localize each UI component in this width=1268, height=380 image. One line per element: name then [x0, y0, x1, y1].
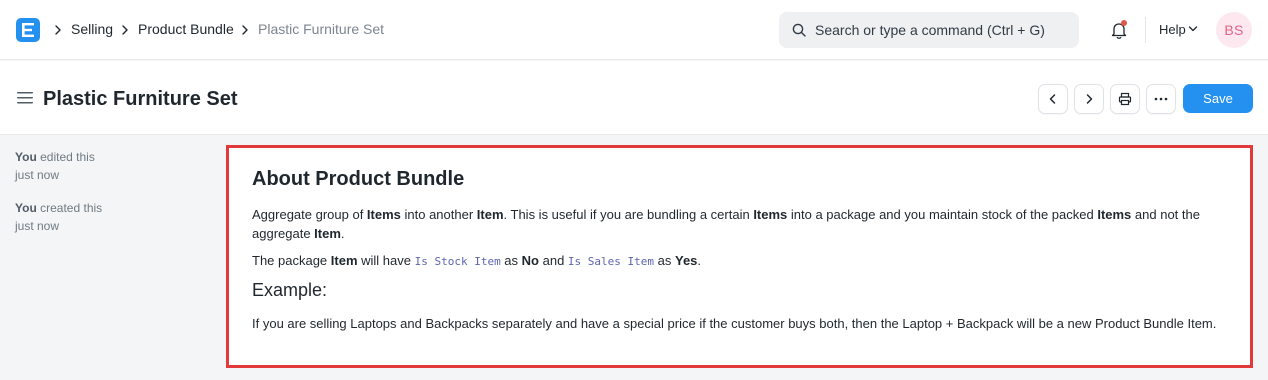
text: as	[654, 253, 675, 268]
chevron-right-icon	[242, 25, 248, 35]
notification-dot	[1121, 20, 1127, 26]
bold-text: Items	[1097, 207, 1132, 222]
text: . This is useful if you are bundling a c…	[503, 207, 754, 222]
text: into another	[400, 207, 477, 222]
timeline-action: edited this	[40, 150, 95, 164]
text: The package	[252, 253, 331, 268]
text: into a package and you maintain stock of…	[787, 207, 1098, 222]
about-description: Aggregate group of Items into another It…	[252, 205, 1232, 243]
previous-record-button[interactable]	[1038, 84, 1068, 114]
text: .	[697, 253, 702, 268]
help-menu[interactable]: Help	[1159, 21, 1186, 38]
example-heading: Example:	[252, 280, 328, 300]
about-heading: About Product Bundle	[252, 168, 465, 190]
about-package-note: The package Item will have Is Stock Item…	[252, 251, 1232, 271]
timeline-actor: You	[15, 201, 37, 215]
chevron-right-icon	[55, 25, 61, 35]
chevron-right-icon	[1086, 94, 1093, 104]
chevron-down-icon	[1188, 26, 1198, 32]
breadcrumb-product-bundle[interactable]: Product Bundle	[138, 21, 234, 38]
page-head: Plastic Furniture Set Save	[0, 61, 1268, 135]
hamburger-icon[interactable]	[17, 91, 33, 105]
bold-text: Items	[753, 207, 788, 222]
search-placeholder: Search or type a command (Ctrl + G)	[815, 22, 1045, 38]
timeline-action: created this	[40, 201, 103, 215]
search-bar[interactable]: Search or type a command (Ctrl + G)	[779, 12, 1079, 48]
printer-icon	[1118, 92, 1132, 106]
chevron-right-icon	[122, 25, 128, 35]
more-icon	[1154, 97, 1168, 101]
bold-text: Item	[476, 207, 504, 222]
code-field-name: Is Stock Item	[414, 255, 501, 268]
app-logo-icon[interactable]	[16, 18, 40, 42]
print-button[interactable]	[1110, 84, 1140, 114]
text: as	[500, 253, 522, 268]
bold-text: No	[521, 253, 539, 268]
bold-text: Item	[330, 253, 358, 268]
example-text: If you are selling Laptops and Backpacks…	[252, 316, 1217, 331]
navbar-divider	[1145, 17, 1146, 43]
timeline-entry: You edited this just now	[15, 148, 125, 184]
next-record-button[interactable]	[1074, 84, 1104, 114]
bold-text: Items	[366, 207, 401, 222]
chevron-left-icon	[1049, 94, 1056, 104]
search-icon	[792, 23, 806, 37]
navbar: Selling Product Bundle Plastic Furniture…	[0, 0, 1268, 60]
timeline-entry: You created this just now	[15, 199, 125, 235]
bold-text: Yes	[674, 253, 698, 268]
timeline-time: just now	[15, 219, 60, 233]
page-title: Plastic Furniture Set	[43, 88, 238, 110]
bold-text: Item	[314, 226, 341, 241]
text: Aggregate group of	[252, 207, 367, 222]
text: and	[539, 253, 568, 268]
more-actions-button[interactable]	[1146, 84, 1176, 114]
code-field-name: Is Sales Item	[567, 255, 655, 268]
avatar[interactable]: BS	[1216, 12, 1252, 48]
about-panel: About Product Bundle Aggregate group of …	[226, 145, 1253, 368]
breadcrumb-current[interactable]: Plastic Furniture Set	[258, 21, 384, 38]
timeline-actor: You	[15, 150, 37, 164]
save-button[interactable]: Save	[1183, 84, 1253, 113]
breadcrumb-selling[interactable]: Selling	[71, 21, 113, 38]
text: .	[340, 226, 345, 241]
text: will have	[357, 253, 415, 268]
timeline-time: just now	[15, 168, 60, 182]
